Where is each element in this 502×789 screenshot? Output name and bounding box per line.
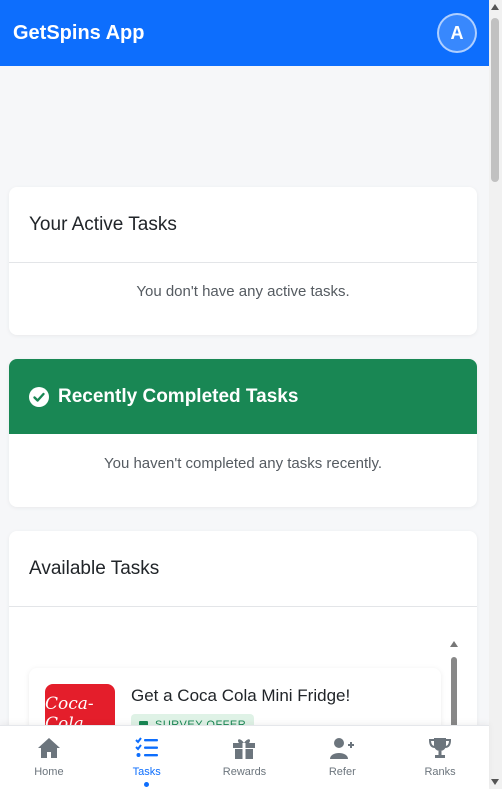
scrollbar-thumb[interactable] <box>491 18 499 182</box>
completed-tasks-card: Recently Completed Tasks You haven't com… <box>9 359 477 507</box>
task-title: Get a Coca Cola Mini Fridge! <box>131 686 351 705</box>
nav-item-refer[interactable]: Refer <box>293 726 391 789</box>
nav-label-tasks: Tasks <box>132 766 161 778</box>
app-header: GetSpins App A <box>0 0 489 66</box>
nav-label-ranks: Ranks <box>424 766 456 778</box>
available-tasks-title: Available Tasks <box>9 531 477 607</box>
task-list-scroll-up-arrow[interactable] <box>450 641 458 647</box>
page-scrollbar[interactable] <box>489 0 502 789</box>
completed-tasks-header: Recently Completed Tasks <box>9 359 477 434</box>
nav-label-rewards: Rewards <box>222 766 267 778</box>
trophy-icon <box>429 738 452 758</box>
check-circle-icon <box>29 386 49 407</box>
user-plus-icon <box>330 738 355 759</box>
bottom-nav: Home Tasks Rewards Refer Ranks <box>0 725 489 789</box>
app-title: GetSpins App <box>13 21 145 44</box>
active-indicator-dot <box>144 782 150 787</box>
gift-icon <box>233 739 256 759</box>
scroll-down-arrow[interactable] <box>491 779 499 785</box>
completed-tasks-title: Recently Completed Tasks <box>58 385 299 407</box>
nav-item-tasks[interactable]: Tasks <box>98 726 196 789</box>
user-avatar[interactable]: A <box>437 13 477 53</box>
nav-label-refer: Refer <box>328 766 356 778</box>
active-tasks-title: Your Active Tasks <box>9 187 477 263</box>
home-icon <box>37 738 60 758</box>
tasks-icon <box>134 737 158 757</box>
nav-item-ranks[interactable]: Ranks <box>391 726 489 789</box>
nav-label-home: Home <box>34 766 64 778</box>
active-tasks-card: Your Active Tasks You don't have any act… <box>9 187 477 335</box>
completed-tasks-empty-text: You haven't completed any tasks recently… <box>103 455 383 472</box>
nav-item-rewards[interactable]: Rewards <box>196 726 294 789</box>
scroll-up-arrow[interactable] <box>491 4 499 10</box>
active-tasks-empty-text: You don't have any active tasks. <box>136 283 350 300</box>
nav-item-home[interactable]: Home <box>0 726 98 789</box>
